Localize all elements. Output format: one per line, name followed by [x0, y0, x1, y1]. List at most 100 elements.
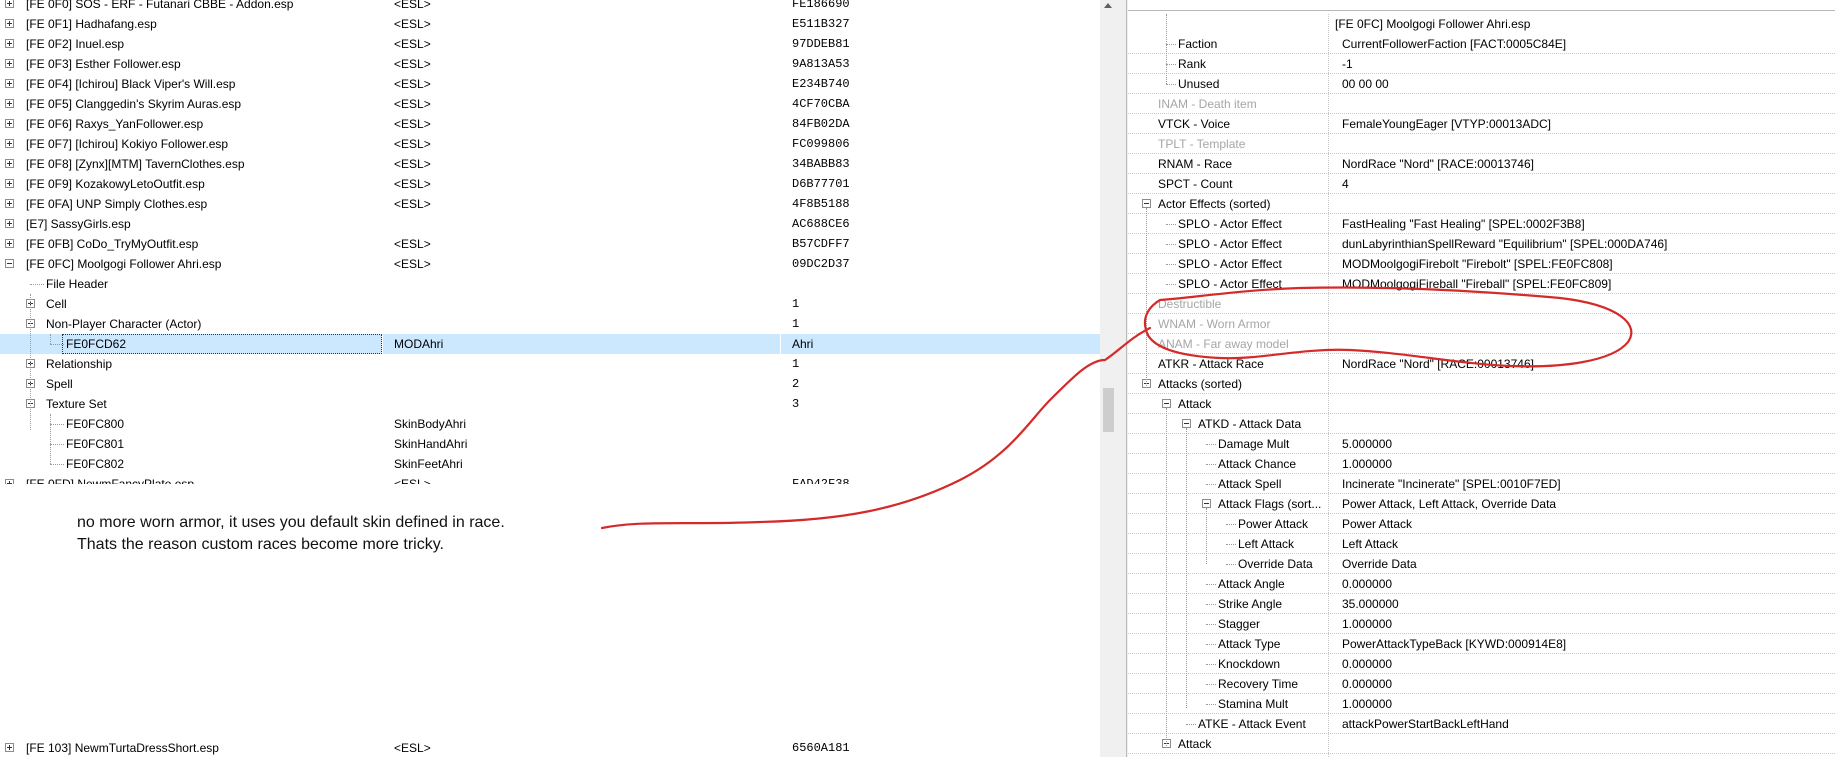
record-row[interactable]: RNAM - Race NordRace "Nord" [RACE:000137…	[1128, 154, 1835, 174]
record-row[interactable]: TPLT - Template	[1128, 134, 1835, 154]
record-row-value[interactable]: FemaleYoungEager [VTYP:00013ADC]	[1342, 114, 1551, 134]
record-row-value[interactable]: -1	[1342, 54, 1353, 74]
collapse-icon[interactable]	[1142, 199, 1151, 208]
record-row-value[interactable]: 1.000000	[1342, 454, 1392, 474]
tree-row[interactable]: FE0FCD62 MODAhri Ahri	[0, 334, 1100, 354]
tree-row[interactable]: [FE 0F9] KozakowyLetoOutfit.esp <ESL> D6…	[0, 174, 1100, 194]
tree-row[interactable]: [FE 0F2] Inuel.esp <ESL> 97DDEB81	[0, 34, 1100, 54]
expand-icon[interactable]	[5, 239, 14, 248]
expand-icon[interactable]	[5, 743, 14, 752]
left-scrollbar[interactable]	[1100, 0, 1117, 757]
tree-row[interactable]: [FE 0FC] Moolgogi Follower Ahri.esp <ESL…	[0, 254, 1100, 274]
record-row-value[interactable]: 1.000000	[1342, 614, 1392, 634]
record-row[interactable]: SPLO - Actor Effect MODMoolgogiFireball …	[1128, 274, 1835, 294]
tree-row[interactable]: Relationship 1	[0, 354, 1100, 374]
record-row[interactable]: Strike Angle 35.000000	[1128, 594, 1835, 614]
record-row-value[interactable]: Override Data	[1342, 554, 1417, 574]
collapse-icon[interactable]	[1162, 399, 1171, 408]
record-row-value[interactable]: Power Attack	[1342, 514, 1412, 534]
expand-icon[interactable]	[5, 39, 14, 48]
expand-icon[interactable]	[5, 179, 14, 188]
expand-icon[interactable]	[5, 219, 14, 228]
record-row[interactable]: ANAM - Far away model	[1128, 334, 1835, 354]
expand-icon[interactable]	[5, 119, 14, 128]
scroll-thumb[interactable]	[1103, 388, 1114, 432]
collapse-icon[interactable]	[5, 259, 14, 268]
tree-row[interactable]: [FE 0F1] Hadhafang.esp <ESL> E511B327	[0, 14, 1100, 34]
record-row-value[interactable]: Power Attack, Left Attack, Override Data	[1342, 494, 1556, 514]
record-row[interactable]: SPCT - Count 4	[1128, 174, 1835, 194]
record-row[interactable]: Actor Effects (sorted)	[1128, 194, 1835, 214]
record-row-value[interactable]: 0.000000	[1342, 674, 1392, 694]
tree-row[interactable]: [FE 0F5] Clanggedin's Skyrim Auras.esp <…	[0, 94, 1100, 114]
record-row[interactable]: WNAM - Worn Armor	[1128, 314, 1835, 334]
tree-row[interactable]: [FE 0FB] CoDo_TryMyOutfit.esp <ESL> B57C…	[0, 234, 1100, 254]
record-row-value[interactable]: FastHealing "Fast Healing" [SPEL:0002F3B…	[1342, 214, 1585, 234]
record-row[interactable]: VTCK - Voice FemaleYoungEager [VTYP:0001…	[1128, 114, 1835, 134]
tree-row[interactable]: [FE 0F7] [Ichirou] Kokiyo Follower.esp <…	[0, 134, 1100, 154]
record-row[interactable]: Attack	[1128, 394, 1835, 414]
tree-row[interactable]: FE0FC800 SkinBodyAhri	[0, 414, 1100, 434]
record-row-value[interactable]: Incinerate "Incinerate" [SPEL:0010F7ED]	[1342, 474, 1561, 494]
tree-row[interactable]: FE0FC802 SkinFeetAhri	[0, 454, 1100, 474]
scroll-up-arrow-icon[interactable]	[1104, 3, 1112, 8]
record-row-value[interactable]: attackPowerStartBackLeftHand	[1342, 714, 1509, 734]
record-row[interactable]: Attack Spell Incinerate "Incinerate" [SP…	[1128, 474, 1835, 494]
collapse-icon[interactable]	[1202, 499, 1211, 508]
record-row[interactable]: Stagger 1.000000	[1128, 614, 1835, 634]
tree-row[interactable]: [FE 0F6] Raxys_YanFollower.esp <ESL> 84F…	[0, 114, 1100, 134]
record-row-value[interactable]: 0.000000	[1342, 654, 1392, 674]
record-row[interactable]: Left Attack Left Attack	[1128, 534, 1835, 554]
record-row-value[interactable]: 1.000000	[1342, 694, 1392, 714]
expand-icon[interactable]	[5, 19, 14, 28]
tree-row[interactable]: Spell 2	[0, 374, 1100, 394]
pane-splitter[interactable]	[1117, 0, 1128, 757]
record-row[interactable]: Rank -1	[1128, 54, 1835, 74]
record-row[interactable]: Stamina Mult 1.000000	[1128, 694, 1835, 714]
record-row[interactable]: ATKD - Attack Data	[1128, 414, 1835, 434]
tree-row[interactable]: [FE 103] NewmTurtaDressShort.esp <ESL> 6…	[0, 738, 1100, 757]
tree-row[interactable]: Texture Set 3	[0, 394, 1100, 414]
record-row[interactable]: Attacks (sorted)	[1128, 374, 1835, 394]
tree-row[interactable]: [FE 0F3] Esther Follower.esp <ESL> 9A813…	[0, 54, 1100, 74]
expand-icon[interactable]	[5, 479, 14, 484]
record-row[interactable]: SPLO - Actor Effect FastHealing "Fast He…	[1128, 214, 1835, 234]
expand-icon[interactable]	[5, 159, 14, 168]
collapse-icon[interactable]	[1182, 419, 1191, 428]
record-row[interactable]: Knockdown 0.000000	[1128, 654, 1835, 674]
record-row-value[interactable]: 0.000000	[1342, 574, 1392, 594]
record-row[interactable]: Damage Mult 5.000000	[1128, 434, 1835, 454]
tree-row[interactable]: FE0FC801 SkinHandAhri	[0, 434, 1100, 454]
tree-row[interactable]: Cell 1	[0, 294, 1100, 314]
record-row[interactable]: Power Attack Power Attack	[1128, 514, 1835, 534]
record-row-value[interactable]: 35.000000	[1342, 594, 1399, 614]
expand-icon[interactable]	[5, 199, 14, 208]
record-row[interactable]: Attack Chance 1.000000	[1128, 454, 1835, 474]
record-row[interactable]: INAM - Death item	[1128, 94, 1835, 114]
expand-icon[interactable]	[5, 139, 14, 148]
record-row-value[interactable]: 5.000000	[1342, 434, 1392, 454]
record-row-value[interactable]: Left Attack	[1342, 534, 1398, 554]
record-row[interactable]: SPLO - Actor Effect MODMoolgogiFirebolt …	[1128, 254, 1835, 274]
expand-icon[interactable]	[5, 0, 14, 8]
record-row[interactable]: Attack Angle 0.000000	[1128, 574, 1835, 594]
record-row[interactable]: Destructible	[1128, 294, 1835, 314]
record-row[interactable]: Attack Type PowerAttackTypeBack [KYWD:00…	[1128, 634, 1835, 654]
plugin-tree[interactable]: [FE 0F0] SOS - ERF - Futanari CBBE - Add…	[0, 0, 1100, 484]
tree-row[interactable]: [E7] SassyGirls.esp AC688CE6	[0, 214, 1100, 234]
record-row[interactable]: ATKR - Attack Race NordRace "Nord" [RACE…	[1128, 354, 1835, 374]
record-row[interactable]: Recovery Time 0.000000	[1128, 674, 1835, 694]
record-row[interactable]: ATKE - Attack Event attackPowerStartBack…	[1128, 714, 1835, 734]
record-row-value[interactable]: dunLabyrinthianSpellReward "Equilibrium"…	[1342, 234, 1667, 254]
record-row[interactable]: SPLO - Actor Effect dunLabyrinthianSpell…	[1128, 234, 1835, 254]
tree-row[interactable]: [FE 0FA] UNP Simply Clothes.esp <ESL> 4F…	[0, 194, 1100, 214]
expand-icon[interactable]	[5, 79, 14, 88]
tree-row[interactable]: [FE 0F0] SOS - ERF - Futanari CBBE - Add…	[0, 0, 1100, 14]
tree-row[interactable]: File Header	[0, 274, 1100, 294]
tree-row[interactable]: [FE 0F8] [Zynx][MTM] TavernClothes.esp <…	[0, 154, 1100, 174]
record-row[interactable]: Override Data Override Data	[1128, 554, 1835, 574]
record-row-value[interactable]: NordRace "Nord" [RACE:00013746]	[1342, 354, 1534, 374]
record-row-value[interactable]: NordRace "Nord" [RACE:00013746]	[1342, 154, 1534, 174]
tree-row-partial[interactable]: [FE 103] NewmTurtaDressShort.esp <ESL> 6…	[0, 738, 1100, 757]
record-view[interactable]: [FE 0FC] Moolgogi Follower Ahri.esp Fact…	[1128, 0, 1835, 757]
